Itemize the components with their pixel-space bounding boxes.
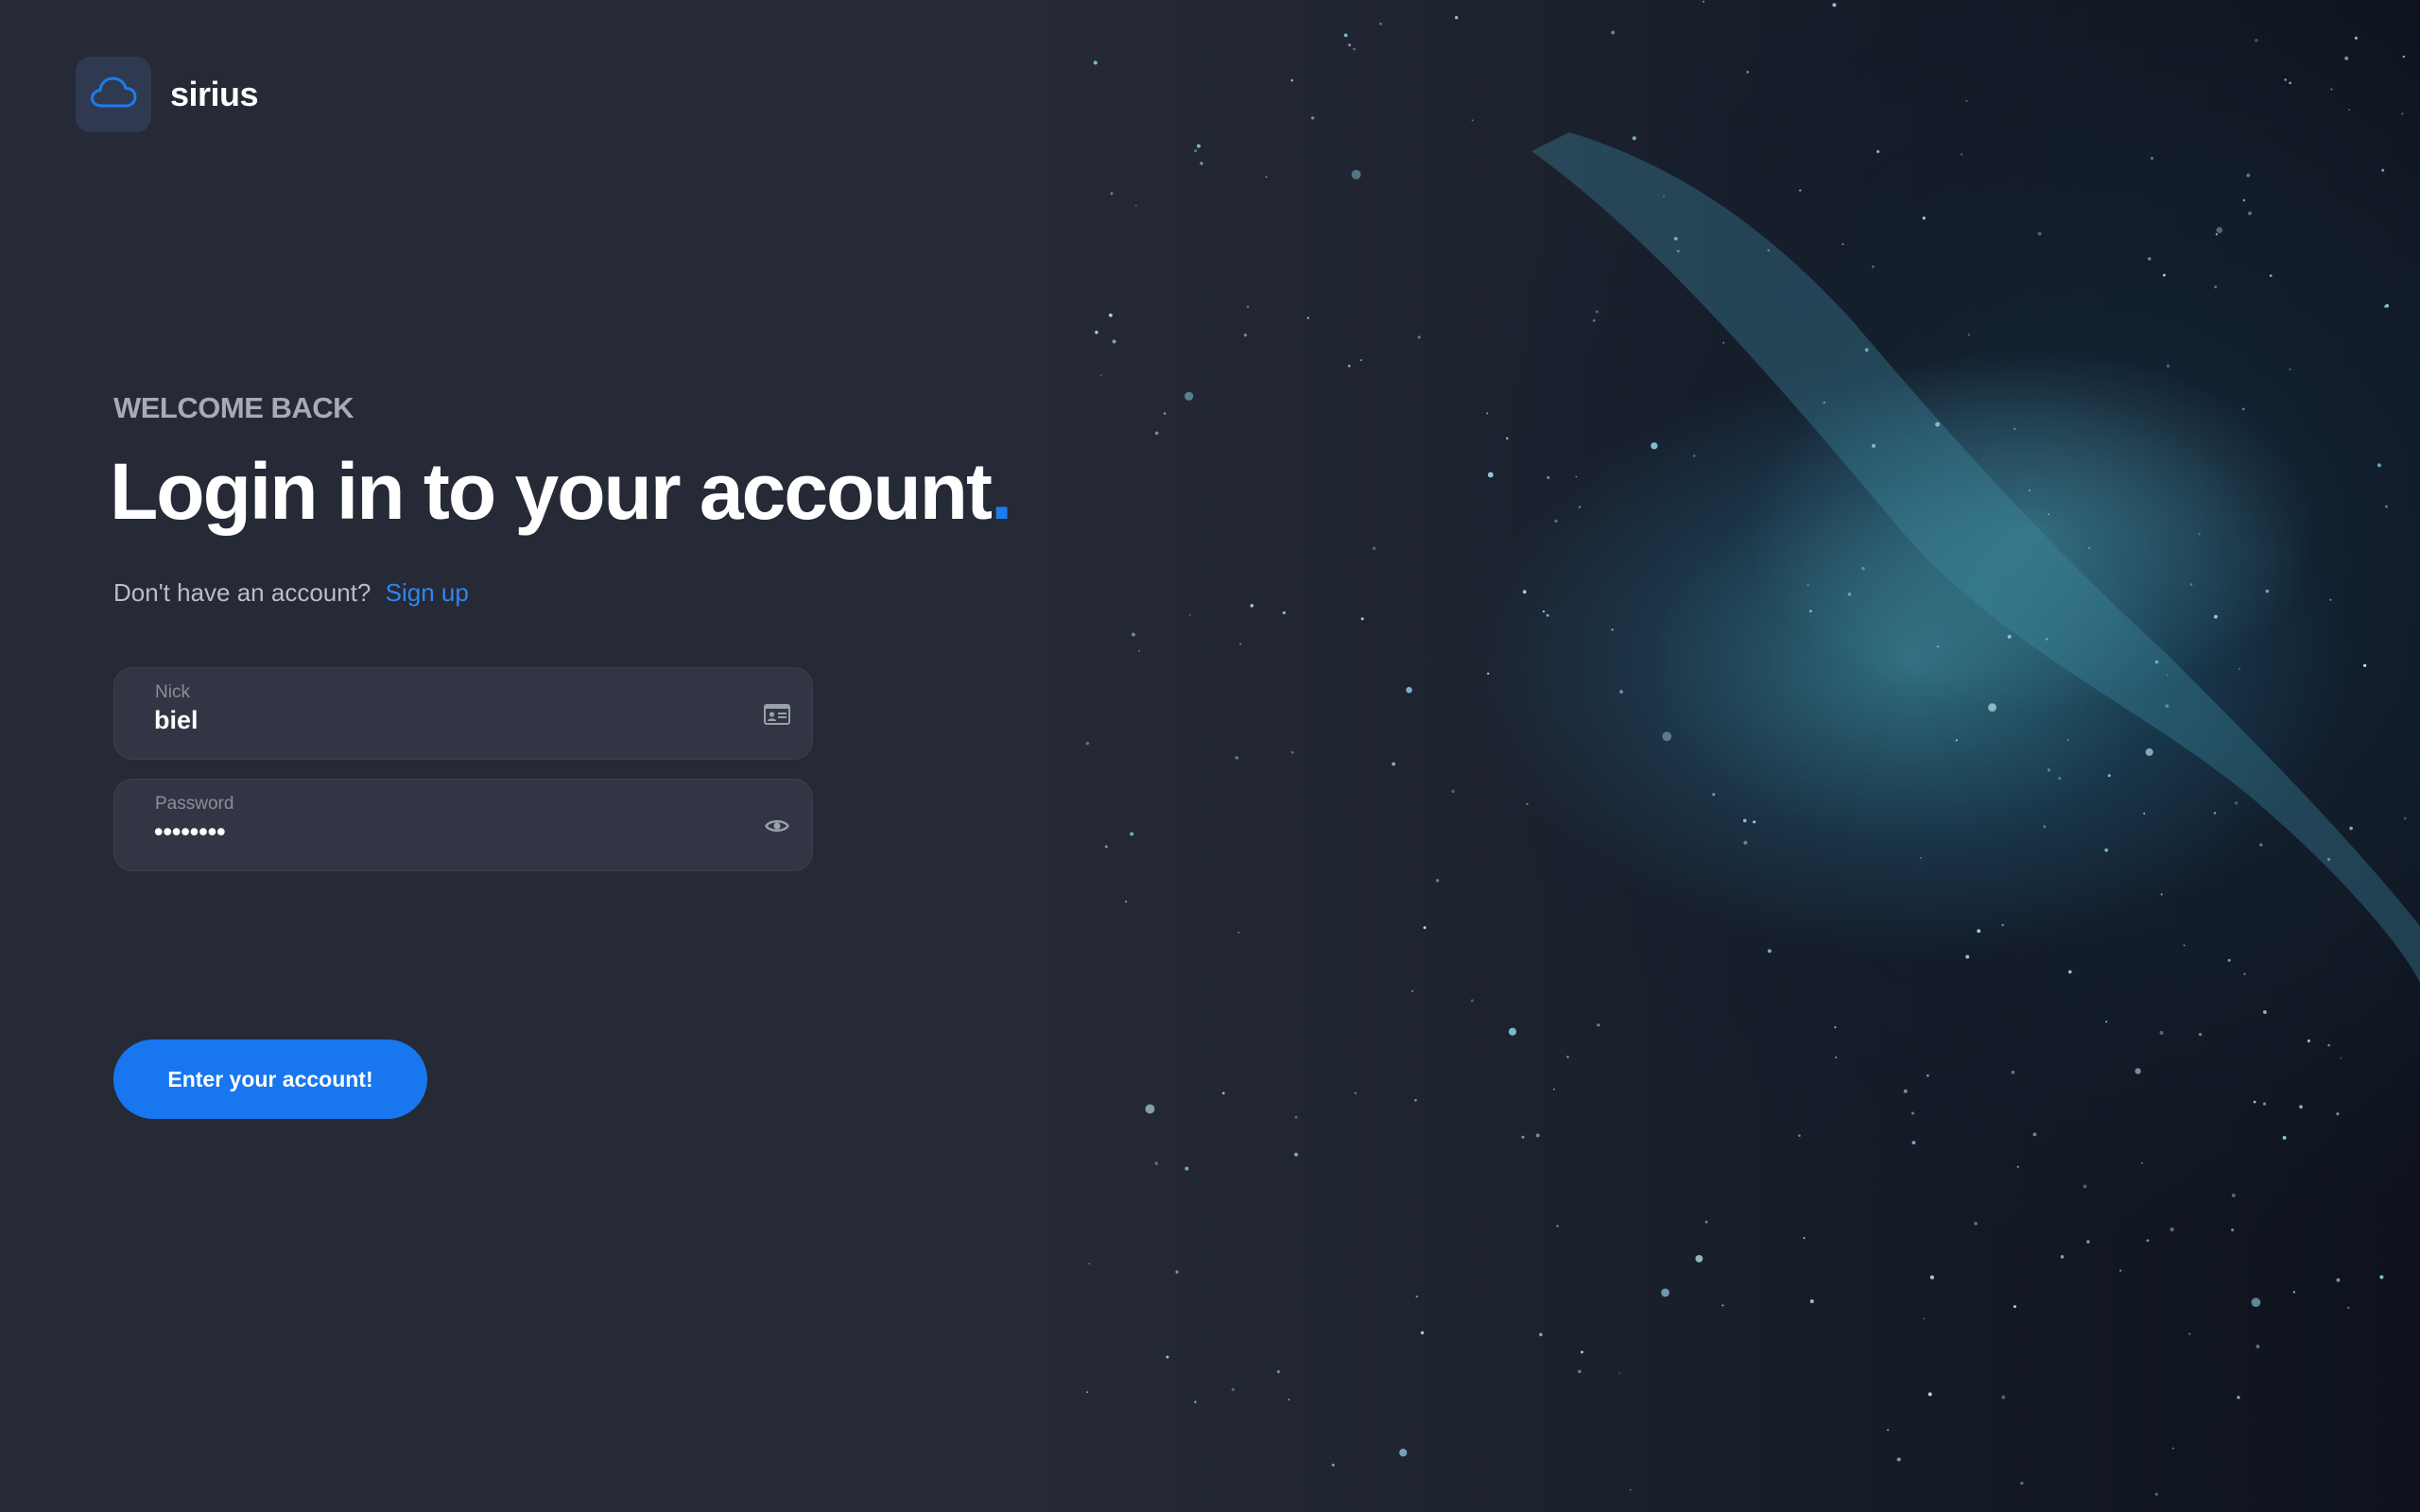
welcome-eyebrow: WELCOME BACK <box>113 391 354 424</box>
nick-input[interactable] <box>154 706 721 735</box>
signup-prompt-text: Don't have an account? <box>113 578 372 607</box>
page-title: Login in to your account. <box>110 452 1012 531</box>
title-accent-dot: . <box>990 447 1012 536</box>
brand-logo[interactable]: sirius <box>76 57 259 132</box>
id-card-icon <box>763 700 791 729</box>
password-field-label: Password <box>155 794 234 814</box>
password-field[interactable]: Password <box>113 779 813 871</box>
sign-up-link[interactable]: Sign up <box>386 578 469 607</box>
enter-account-button[interactable]: Enter your account! <box>113 1040 427 1119</box>
cloud-icon <box>90 76 137 114</box>
brand-name: sirius <box>170 75 259 113</box>
nick-field-label: Nick <box>155 682 190 702</box>
eye-icon[interactable] <box>763 812 791 840</box>
signup-prompt-line: Don't have an account? Sign up <box>113 578 469 608</box>
password-input[interactable] <box>154 817 721 847</box>
page-title-text: Login in to your account <box>110 447 993 536</box>
nick-field[interactable]: Nick <box>113 667 813 760</box>
logo-tile <box>76 57 151 132</box>
login-page: sirius WELCOME BACK Login in to your acc… <box>0 0 2420 1512</box>
